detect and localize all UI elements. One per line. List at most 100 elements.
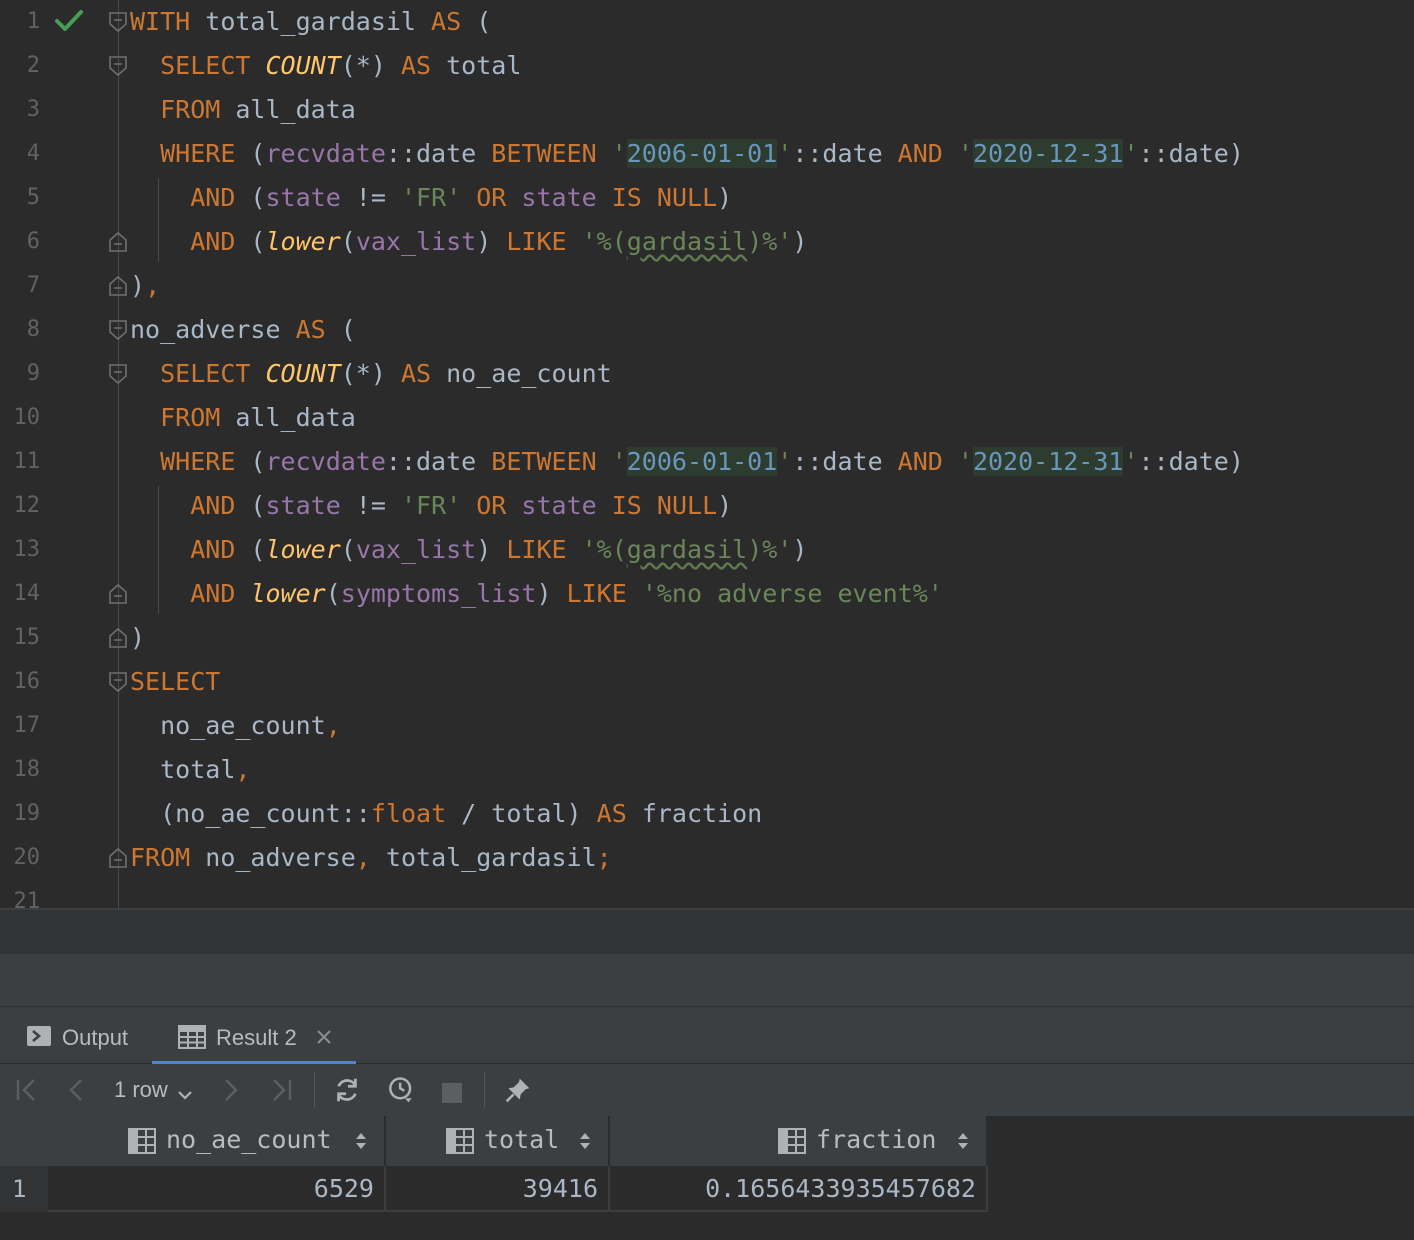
line-number: 1 — [26, 9, 40, 34]
line-number: 8 — [26, 317, 40, 342]
line-number: 3 — [26, 97, 40, 122]
code-text: AND (lower(vax_list) LIKE '%(gardasil)%'… — [190, 535, 808, 564]
fold-open-icon[interactable] — [108, 363, 128, 385]
line-number: 14 — [13, 581, 41, 606]
fold-close-icon[interactable] — [108, 231, 128, 253]
row-count-selector[interactable]: 1 row — [114, 1077, 168, 1103]
fold-close-icon[interactable] — [108, 847, 128, 869]
code-line-12[interactable]: 12 AND (state != 'FR' OR state IS NULL) — [0, 484, 1414, 528]
tab-result-2[interactable]: Result 2 — [152, 1007, 356, 1065]
code-line-8[interactable]: 8 no_adverse AS ( — [0, 308, 1414, 352]
fold-open-icon[interactable] — [108, 55, 128, 77]
line-number: 11 — [13, 449, 41, 474]
code-text: SELECT COUNT(*) AS total — [160, 51, 522, 80]
toolbar-separator — [314, 1072, 315, 1108]
stop-icon[interactable] — [440, 1079, 464, 1107]
column-name: no_ae_count — [166, 1125, 332, 1154]
code-line-18[interactable]: 18 total, — [0, 748, 1414, 792]
row-number-cell[interactable]: 1 — [0, 1166, 48, 1212]
code-text: WITH total_gardasil AS ( — [130, 7, 492, 36]
refresh-icon[interactable] — [332, 1076, 362, 1104]
chevron-down-icon[interactable] — [176, 1082, 194, 1110]
code-line-13[interactable]: 13 AND (lower(vax_list) LIKE '%(gardasil… — [0, 528, 1414, 572]
close-icon[interactable] — [316, 1029, 332, 1045]
sort-icon[interactable] — [354, 1131, 368, 1151]
editor-footer — [0, 910, 1414, 954]
fold-close-icon[interactable] — [108, 627, 128, 649]
result-grid: no_ae_count total fraction 1 6529 39416 … — [0, 1116, 1414, 1240]
code-line-19[interactable]: 19 (no_ae_count::float / total) AS fract… — [0, 792, 1414, 836]
code-text: WHERE (recvdate::date BETWEEN '2006-01-0… — [160, 447, 1244, 476]
first-page-icon[interactable] — [14, 1076, 40, 1104]
column-icon — [778, 1128, 806, 1154]
line-number: 16 — [13, 669, 41, 694]
code-line-5[interactable]: 5 AND (state != 'FR' OR state IS NULL) — [0, 176, 1414, 220]
sort-icon[interactable] — [956, 1131, 970, 1151]
code-text: ) — [130, 623, 146, 652]
code-line-1[interactable]: 1 WITH total_gardasil AS ( — [0, 0, 1414, 44]
tab-output[interactable]: Output — [14, 1007, 148, 1065]
pin-icon[interactable] — [502, 1076, 534, 1104]
fold-open-icon[interactable] — [108, 11, 128, 33]
code-text: AND (state != 'FR' OR state IS NULL) — [190, 491, 733, 520]
code-text: no_ae_count, — [160, 711, 341, 740]
code-line-20[interactable]: 20 FROM no_adverse, total_gardasil; — [0, 836, 1414, 880]
column-header-total[interactable]: total — [386, 1116, 610, 1166]
code-line-3[interactable]: 3 FROM all_data — [0, 88, 1414, 132]
code-line-9[interactable]: 9 SELECT COUNT(*) AS no_ae_count — [0, 352, 1414, 396]
code-text: SELECT COUNT(*) AS no_ae_count — [160, 359, 612, 388]
code-line-7[interactable]: 7 ), — [0, 264, 1414, 308]
next-page-icon[interactable] — [220, 1076, 242, 1104]
column-icon — [446, 1128, 474, 1154]
line-number: 2 — [26, 53, 40, 78]
result-toolbar: 1 row — [0, 1064, 1414, 1116]
line-number: 6 — [26, 229, 40, 254]
last-page-icon[interactable] — [268, 1076, 294, 1104]
line-number: 7 — [26, 273, 40, 298]
table-cell-fraction[interactable]: 0.1656433935457682 — [610, 1166, 988, 1212]
sort-icon[interactable] — [578, 1131, 592, 1151]
tab-label: Result 2 — [216, 1025, 297, 1050]
column-name: fraction — [816, 1125, 937, 1154]
tab-label: Output — [62, 1025, 129, 1050]
code-text: no_adverse AS ( — [130, 315, 356, 344]
row-number-header — [0, 1116, 48, 1166]
code-text: SELECT — [130, 667, 221, 696]
code-text: FROM all_data — [160, 95, 356, 124]
row-number: 1 — [12, 1175, 27, 1203]
column-header-no-ae-count[interactable]: no_ae_count — [48, 1116, 386, 1166]
code-line-6[interactable]: 6 AND (lower(vax_list) LIKE '%(gardasil)… — [0, 220, 1414, 264]
code-line-10[interactable]: 10 FROM all_data — [0, 396, 1414, 440]
fold-open-icon[interactable] — [108, 319, 128, 341]
panel-header-strip — [0, 954, 1414, 1006]
toolbar-separator — [484, 1072, 485, 1108]
code-text: AND (state != 'FR' OR state IS NULL) — [190, 183, 733, 212]
cell-value: 0.1656433935457682 — [705, 1174, 976, 1203]
code-line-2[interactable]: 2 SELECT COUNT(*) AS total — [0, 44, 1414, 88]
code-text: AND lower(symptoms_list) LIKE '%no adver… — [190, 579, 943, 608]
code-line-15[interactable]: 15 ) — [0, 616, 1414, 660]
prev-page-icon[interactable] — [66, 1076, 88, 1104]
line-number: 10 — [13, 405, 41, 430]
line-number: 5 — [26, 185, 40, 210]
code-line-17[interactable]: 17 no_ae_count, — [0, 704, 1414, 748]
column-header-fraction[interactable]: fraction — [610, 1116, 988, 1166]
sql-editor[interactable]: 1 WITH total_gardasil AS ( 2 SELECT COUN… — [0, 0, 1414, 908]
code-line-21[interactable]: 21 — [0, 880, 1414, 908]
fold-close-icon[interactable] — [108, 275, 128, 297]
code-text: FROM all_data — [160, 403, 356, 432]
fold-close-icon[interactable] — [108, 583, 128, 605]
line-number: 15 — [13, 625, 41, 650]
table-cell-no-ae-count[interactable]: 6529 — [48, 1166, 386, 1212]
line-number: 20 — [13, 845, 41, 870]
tool-window-tabs: Output Result 2 — [0, 1006, 1414, 1065]
fold-open-icon[interactable] — [108, 671, 128, 693]
code-line-4[interactable]: 4 WHERE (recvdate::date BETWEEN '2006-01… — [0, 132, 1414, 176]
table-cell-total[interactable]: 39416 — [386, 1166, 610, 1212]
code-line-11[interactable]: 11 WHERE (recvdate::date BETWEEN '2006-0… — [0, 440, 1414, 484]
code-text: FROM no_adverse, total_gardasil; — [130, 843, 612, 872]
line-number: 21 — [13, 889, 41, 908]
code-line-14[interactable]: 14 AND lower(symptoms_list) LIKE '%no ad… — [0, 572, 1414, 616]
history-icon[interactable] — [384, 1076, 418, 1104]
code-line-16[interactable]: 16 SELECT — [0, 660, 1414, 704]
